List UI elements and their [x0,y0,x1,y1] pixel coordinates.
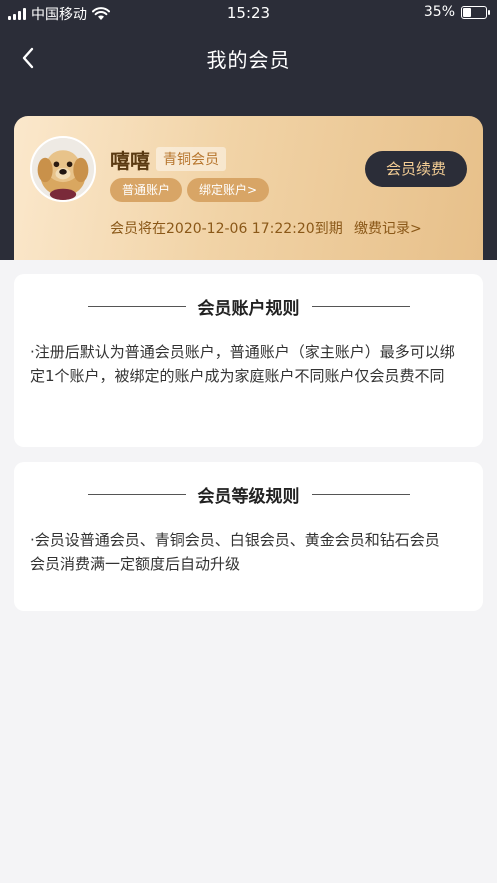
member-card: 嘻嘻 青铜会员 普通账户 绑定账户> 会员续费 会员将在2020-12-06 1… [14,116,483,260]
battery-icon [461,5,490,19]
status-bar: 中国移动 15:23 35% [0,0,497,26]
divider [311,305,410,307]
renew-button[interactable]: 会员续费 [365,151,467,187]
level-rules-card: 会员等级规则 ·会员设普通会员、青铜会员、白银会员、黄金会员和钻石会员 会员消费… [14,462,483,611]
level-badge: 青铜会员 [156,147,226,171]
level-rules-header: 会员等级规则 [14,482,483,507]
member-page: 中国移动 15:23 35% 我的会员 嘻嘻 青铜会员 普通账户 绑定账户> 会… [0,0,497,883]
divider [87,305,186,307]
account-rules-card: 会员账户规则 ·注册后默认为普通会员账户，普通账户（家主账户）最多可以绑定1个账… [14,274,483,447]
bind-account-button[interactable]: 绑定账户> [187,178,270,202]
account-rules-title: 会员账户规则 [197,298,300,319]
dog-avatar-image [32,138,94,200]
status-time: 15:23 [226,4,271,22]
user-name: 嘻嘻 [110,149,150,173]
battery-percent: 35% [423,4,455,20]
nav-bar: 我的会员 [0,34,497,82]
account-rules-header: 会员账户规则 [14,294,483,319]
divider [311,493,410,495]
level-rules-text: ·会员设普通会员、青铜会员、白银会员、黄金会员和钻石会员 会员消费满一定额度后自… [30,531,455,573]
level-rules-title: 会员等级规则 [197,486,300,507]
status-right: 35% [423,4,490,20]
avatar[interactable] [30,136,96,202]
divider [87,493,186,495]
fee-record-link[interactable]: 缴费记录> [354,218,422,238]
account-type-tag: 普通账户 [110,178,183,202]
page-title: 我的会员 [206,48,291,72]
account-rules-text: ·注册后默认为普通会员账户，普通账户（家主账户）最多可以绑定1个账户，被绑定的账… [30,343,455,385]
expire-text: 会员将在2020-12-06 17:22:20到期 [110,221,343,237]
